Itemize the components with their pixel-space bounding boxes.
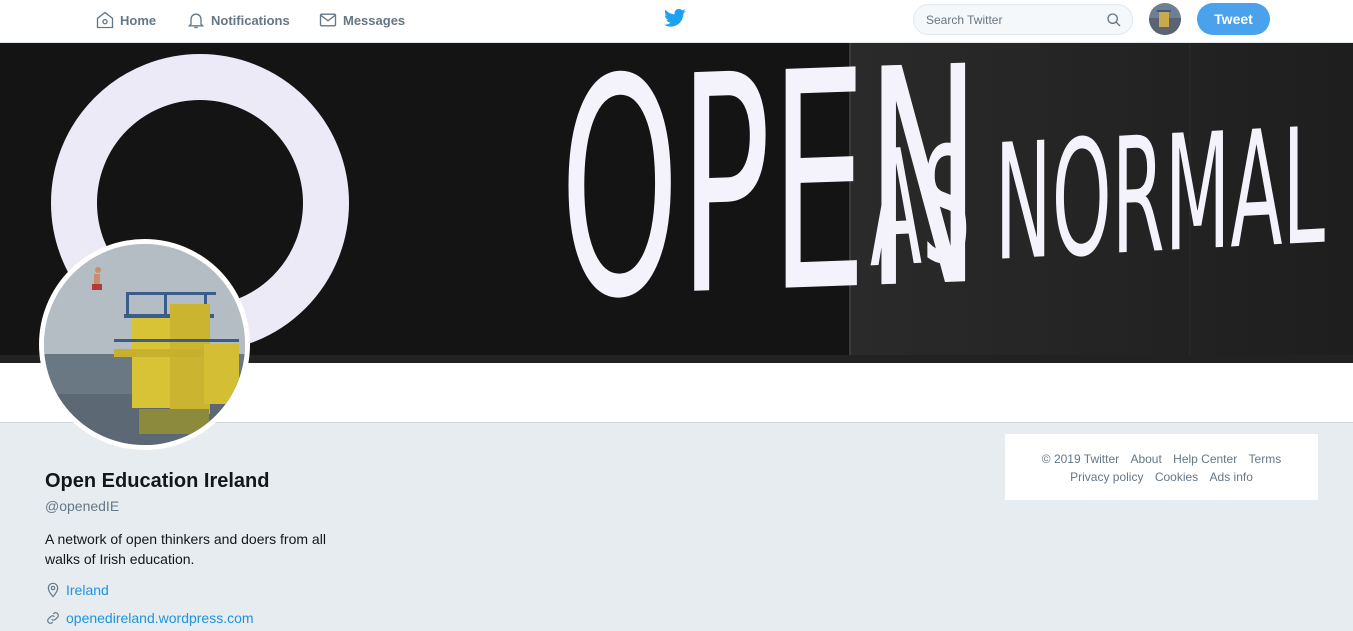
footer-row-1: © 2019 Twitter About Help Center Terms <box>1005 450 1318 468</box>
profile-website: openedireland.wordpress.com <box>45 610 254 626</box>
location-pin-icon <box>47 582 59 598</box>
nav-messages-label: Messages <box>343 12 406 28</box>
link-icon <box>47 612 59 624</box>
search-input[interactable] <box>926 5 1106 34</box>
footer-ads-info-link[interactable]: Ads info <box>1210 470 1253 484</box>
footer-cookies-link[interactable]: Cookies <box>1155 470 1198 484</box>
search-box <box>913 4 1133 35</box>
tweet-button[interactable]: Tweet <box>1197 3 1270 35</box>
footer-links-card: © 2019 Twitter About Help Center Terms P… <box>1005 434 1318 500</box>
profile-name: Open Education Ireland <box>45 470 270 492</box>
account-avatar[interactable] <box>1149 3 1181 35</box>
banner-text-as-normal: AS NORMAL <box>870 93 1325 304</box>
twitter-bird-icon[interactable] <box>664 8 686 33</box>
bell-icon <box>187 13 205 29</box>
nav-home[interactable]: Home <box>95 0 156 40</box>
nav-home-label: Home <box>120 12 157 28</box>
footer-copyright: © 2019 Twitter <box>1041 452 1120 466</box>
nav-messages[interactable]: Messages <box>318 0 405 40</box>
footer-help-center-link[interactable]: Help Center <box>1173 452 1237 466</box>
nav-notifications-label: Notifications <box>211 12 290 28</box>
footer-privacy-link[interactable]: Privacy policy <box>1070 470 1143 484</box>
footer-terms-link[interactable]: Terms <box>1249 452 1282 466</box>
profile-avatar[interactable] <box>39 239 250 450</box>
footer-about-link[interactable]: About <box>1130 452 1161 466</box>
profile-website-link[interactable]: openedireland.wordpress.com <box>66 610 254 626</box>
profile-bio: A network of open thinkers and doers fro… <box>45 531 326 567</box>
home-icon <box>96 11 114 29</box>
top-navigation-bar: Home Notifications Messages Search Twitt… <box>0 0 1353 43</box>
envelope-icon <box>319 13 337 27</box>
footer-row-2: Privacy policy Cookies Ads info <box>1005 468 1318 486</box>
profile-location-link[interactable]: Ireland <box>66 582 109 598</box>
nav-notifications[interactable]: Notifications <box>186 0 290 40</box>
search-icon[interactable] <box>1106 12 1122 28</box>
profile-location: Ireland <box>45 582 109 598</box>
profile-handle: @openedIE <box>45 498 120 514</box>
